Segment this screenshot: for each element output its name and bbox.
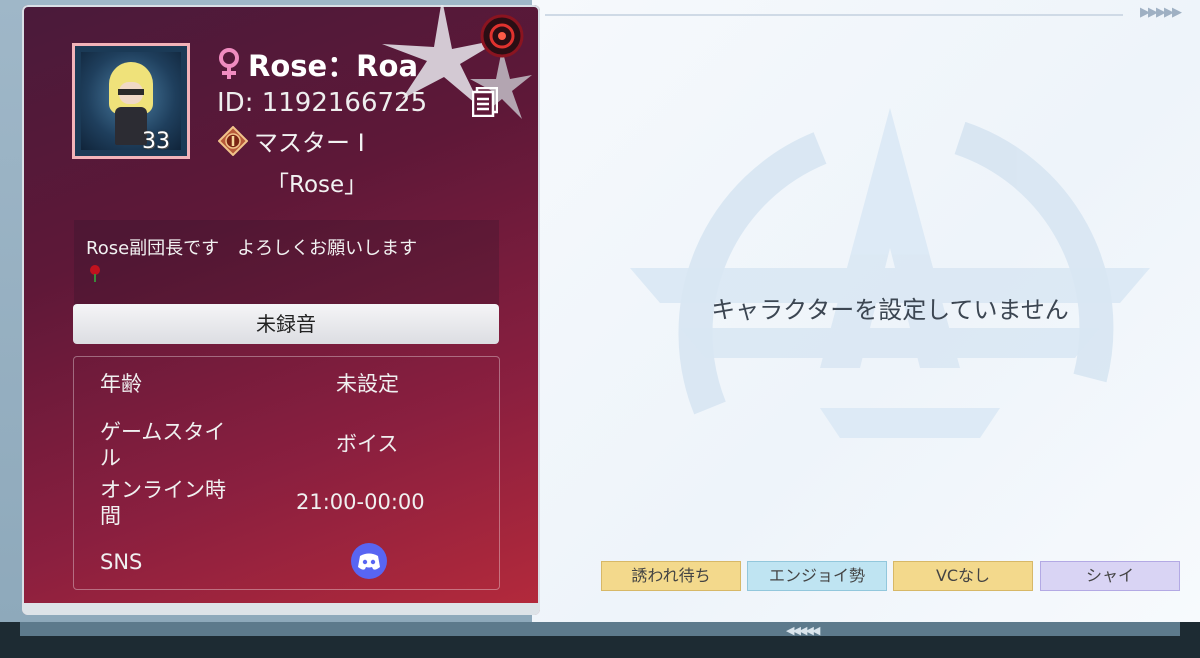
online-time-label: オンライン時 間 (100, 478, 226, 528)
discord-icon[interactable] (350, 542, 388, 580)
document-icon[interactable] (472, 87, 498, 117)
tag-enjoy[interactable]: エンジョイ勢 (747, 561, 887, 591)
emblem-logo-icon (630, 108, 1150, 438)
age-value: 未設定 (336, 372, 399, 396)
top-divider (545, 14, 1123, 16)
name-row: Rose：Roa (216, 43, 418, 85)
rank-label: マスター Ⅰ (254, 129, 365, 157)
game-style-value: ボイス (336, 432, 399, 456)
comment-box: Rose副団長です よろしくお願いします (74, 220, 499, 305)
player-id: ID: 1192166725 (217, 88, 428, 118)
guild-name: 「Rose」 (266, 172, 368, 198)
female-icon (219, 48, 239, 79)
rank-badge-icon (218, 125, 248, 156)
avatar[interactable] (72, 43, 190, 159)
rank-row: マスター Ⅰ (218, 123, 365, 158)
level-badge: 33 (142, 129, 170, 154)
bottom-strip (20, 622, 1180, 636)
sns-label: SNS (100, 550, 143, 574)
info-table: 年齢 未設定 ゲームスタイ ル ボイス オンライン時 間 21:00-00:00… (73, 356, 500, 590)
card-bottom-edge (22, 603, 540, 615)
tag-waiting[interactable]: 誘われ待ち (601, 561, 741, 591)
online-time-value: 21:00-00:00 (296, 490, 425, 514)
bottom-arrows-icon[interactable]: ◀◀◀◀◀ (786, 624, 820, 637)
tag-no-vc[interactable]: VCなし (893, 561, 1033, 591)
player-name: Rose：Roa (248, 49, 419, 83)
voice-record-button[interactable]: 未録音 (73, 304, 499, 344)
profile-card: 33 Rose：Roa ID: 1192166725 マスター Ⅰ 「Rose」… (22, 5, 540, 615)
rose-icon (90, 265, 100, 282)
tag-shy[interactable]: シャイ (1040, 561, 1180, 591)
age-label: 年齢 (100, 372, 142, 396)
no-character-message: キャラクターを設定していません (711, 296, 1069, 324)
eye-emblem-icon (480, 14, 524, 58)
comment-text: Rose副団長です よろしくお願いします (86, 238, 418, 259)
game-style-label: ゲームスタイ ル (100, 420, 226, 470)
top-arrows-icon: ▶▶▶▶▶ (1140, 5, 1182, 20)
